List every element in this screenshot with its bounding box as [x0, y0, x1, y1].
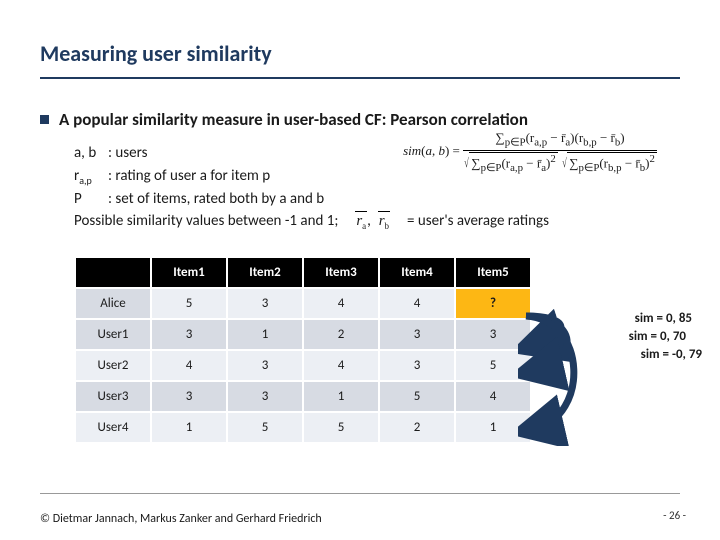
- bullet-text: A popular similarity measure in user-bas…: [59, 109, 528, 130]
- cell: 5: [379, 381, 455, 412]
- sim-results: sim = 0, 85 sim = 0, 70 sim = -0, 79: [635, 310, 702, 365]
- cell: 3: [227, 381, 303, 412]
- bullet-row: A popular similarity measure in user-bas…: [40, 109, 680, 130]
- table-row: User2 4 3 4 3 5: [75, 350, 531, 381]
- cell: 3: [227, 288, 303, 319]
- th-item3: Item3: [303, 257, 379, 288]
- row-name: User3: [75, 381, 151, 412]
- copyright: © Dietmar Jannach, Markus Zanker and Ger…: [40, 512, 322, 526]
- sim-value: sim = -0, 79: [641, 346, 702, 364]
- ratings-table: Item1 Item2 Item3 Item4 Item5 Alice 5 3 …: [74, 256, 532, 444]
- page-number: - 26 -: [663, 509, 686, 522]
- rbar-a-icon: ra: [355, 210, 367, 234]
- def-p-sym: P: [74, 188, 108, 211]
- rbar-b-icon: rb: [378, 210, 390, 234]
- cell: 1: [303, 381, 379, 412]
- bullet-square-icon: [40, 115, 49, 124]
- def-rap-sym: ra,p: [74, 165, 108, 188]
- cell: 5: [303, 412, 379, 443]
- cell: 5: [151, 288, 227, 319]
- th-item4: Item4: [379, 257, 455, 288]
- table-header-row: Item1 Item2 Item3 Item4 Item5: [75, 257, 531, 288]
- row-name: User2: [75, 350, 151, 381]
- cell: 4: [151, 350, 227, 381]
- cell: 3: [455, 319, 531, 350]
- table-row: User4 1 5 5 2 1: [75, 412, 531, 443]
- th-item2: Item2: [227, 257, 303, 288]
- row-name: Alice: [75, 288, 151, 319]
- def-ab-sym: a, b: [74, 142, 108, 165]
- cell: 4: [379, 288, 455, 319]
- th-item1: Item1: [151, 257, 227, 288]
- cell: 5: [227, 412, 303, 443]
- target-cell: ?: [455, 288, 531, 319]
- cell: 1: [227, 319, 303, 350]
- cell: 3: [227, 350, 303, 381]
- cell: 4: [303, 350, 379, 381]
- avg-label: = user's average ratings: [407, 212, 549, 230]
- table-row: User3 3 3 1 5 4: [75, 381, 531, 412]
- footer-rule: [40, 493, 680, 494]
- cell: 3: [151, 381, 227, 412]
- cell: 4: [455, 381, 531, 412]
- row-name: User4: [75, 412, 151, 443]
- cell: 3: [151, 319, 227, 350]
- row-name: User1: [75, 319, 151, 350]
- cell: 4: [303, 288, 379, 319]
- table-row: Alice 5 3 4 4 ?: [75, 288, 531, 319]
- table-row: User1 3 1 2 3 3: [75, 319, 531, 350]
- slide-title: Measuring user similarity: [40, 40, 680, 71]
- th-item5: Item5: [455, 257, 531, 288]
- def-range: Possible similarity values between -1 an…: [74, 212, 338, 230]
- pearson-formula: sim(a, b) = ∑p∈P(ra,p − r̄a)(rb,p − r̄b)…: [380, 130, 680, 174]
- cell: 3: [379, 350, 455, 381]
- cell: 2: [303, 319, 379, 350]
- th-blank: [75, 257, 151, 288]
- sim-value: sim = 0, 70: [629, 328, 702, 346]
- cell: 2: [379, 412, 455, 443]
- def-ab-desc: : users: [108, 144, 147, 162]
- cell: 5: [455, 350, 531, 381]
- def-rap-desc: : rating of user a for item p: [108, 167, 270, 185]
- cell: 1: [151, 412, 227, 443]
- title-rule: [40, 77, 680, 79]
- cell: 3: [379, 319, 455, 350]
- sim-value: sim = 0, 85: [635, 310, 702, 328]
- cell: 1: [455, 412, 531, 443]
- def-p-desc: : set of items, rated both by a and b: [108, 190, 324, 208]
